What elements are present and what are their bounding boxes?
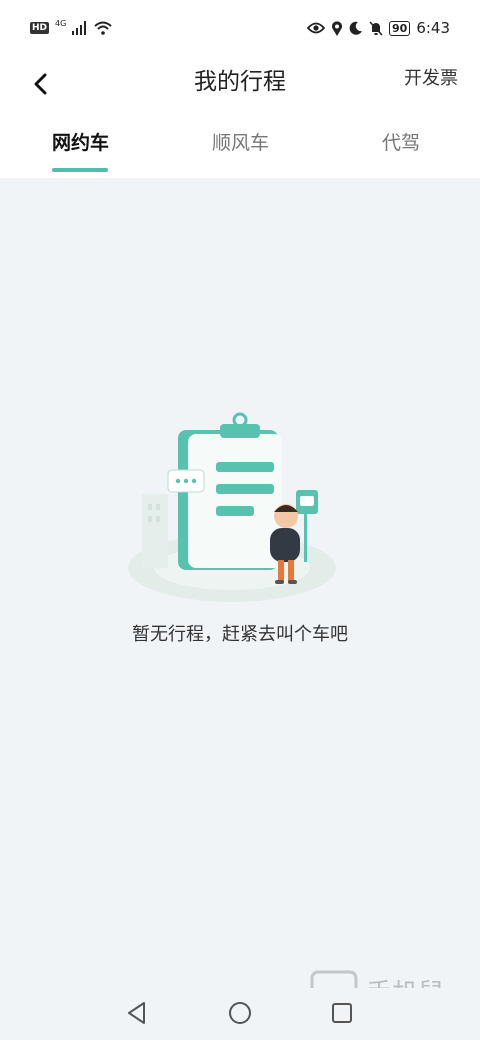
tab-ride-hailing[interactable]: 网约车 (52, 128, 109, 155)
eye-icon (307, 22, 325, 34)
invoice-button[interactable]: 开发票 (404, 64, 458, 90)
battery-indicator: 90 (389, 20, 411, 36)
triangle-back-icon[interactable] (124, 1000, 150, 1026)
hd-badge: HD (30, 22, 50, 34)
empty-state-message: 暂无行程，赶紧去叫个车吧 (132, 624, 348, 645)
square-recent-icon[interactable] (329, 1000, 355, 1026)
circle-home-icon[interactable] (227, 1000, 253, 1026)
clock: 6:43 (416, 19, 450, 37)
status-right: 90 6:43 (307, 19, 450, 37)
trip-type-tabs: 网约车 顺风车 代驾 (0, 118, 480, 178)
app-header: 我的行程 开发票 (0, 56, 480, 118)
location-icon (332, 20, 342, 36)
tab-carpool[interactable]: 顺风车 (212, 128, 269, 155)
signal-icon (72, 21, 87, 35)
system-navigation-bar (0, 988, 480, 1040)
wifi-icon (94, 21, 112, 35)
moon-icon (349, 21, 362, 35)
network-type: 4G (55, 18, 67, 28)
tab-designated-driver[interactable]: 代驾 (382, 128, 420, 155)
active-tab-indicator (52, 168, 108, 172)
empty-trip-illustration (128, 412, 336, 602)
bell-muted-icon (369, 20, 383, 36)
status-bar: HD 4G 90 6:43 (0, 0, 480, 56)
status-left: HD 4G (30, 18, 112, 35)
